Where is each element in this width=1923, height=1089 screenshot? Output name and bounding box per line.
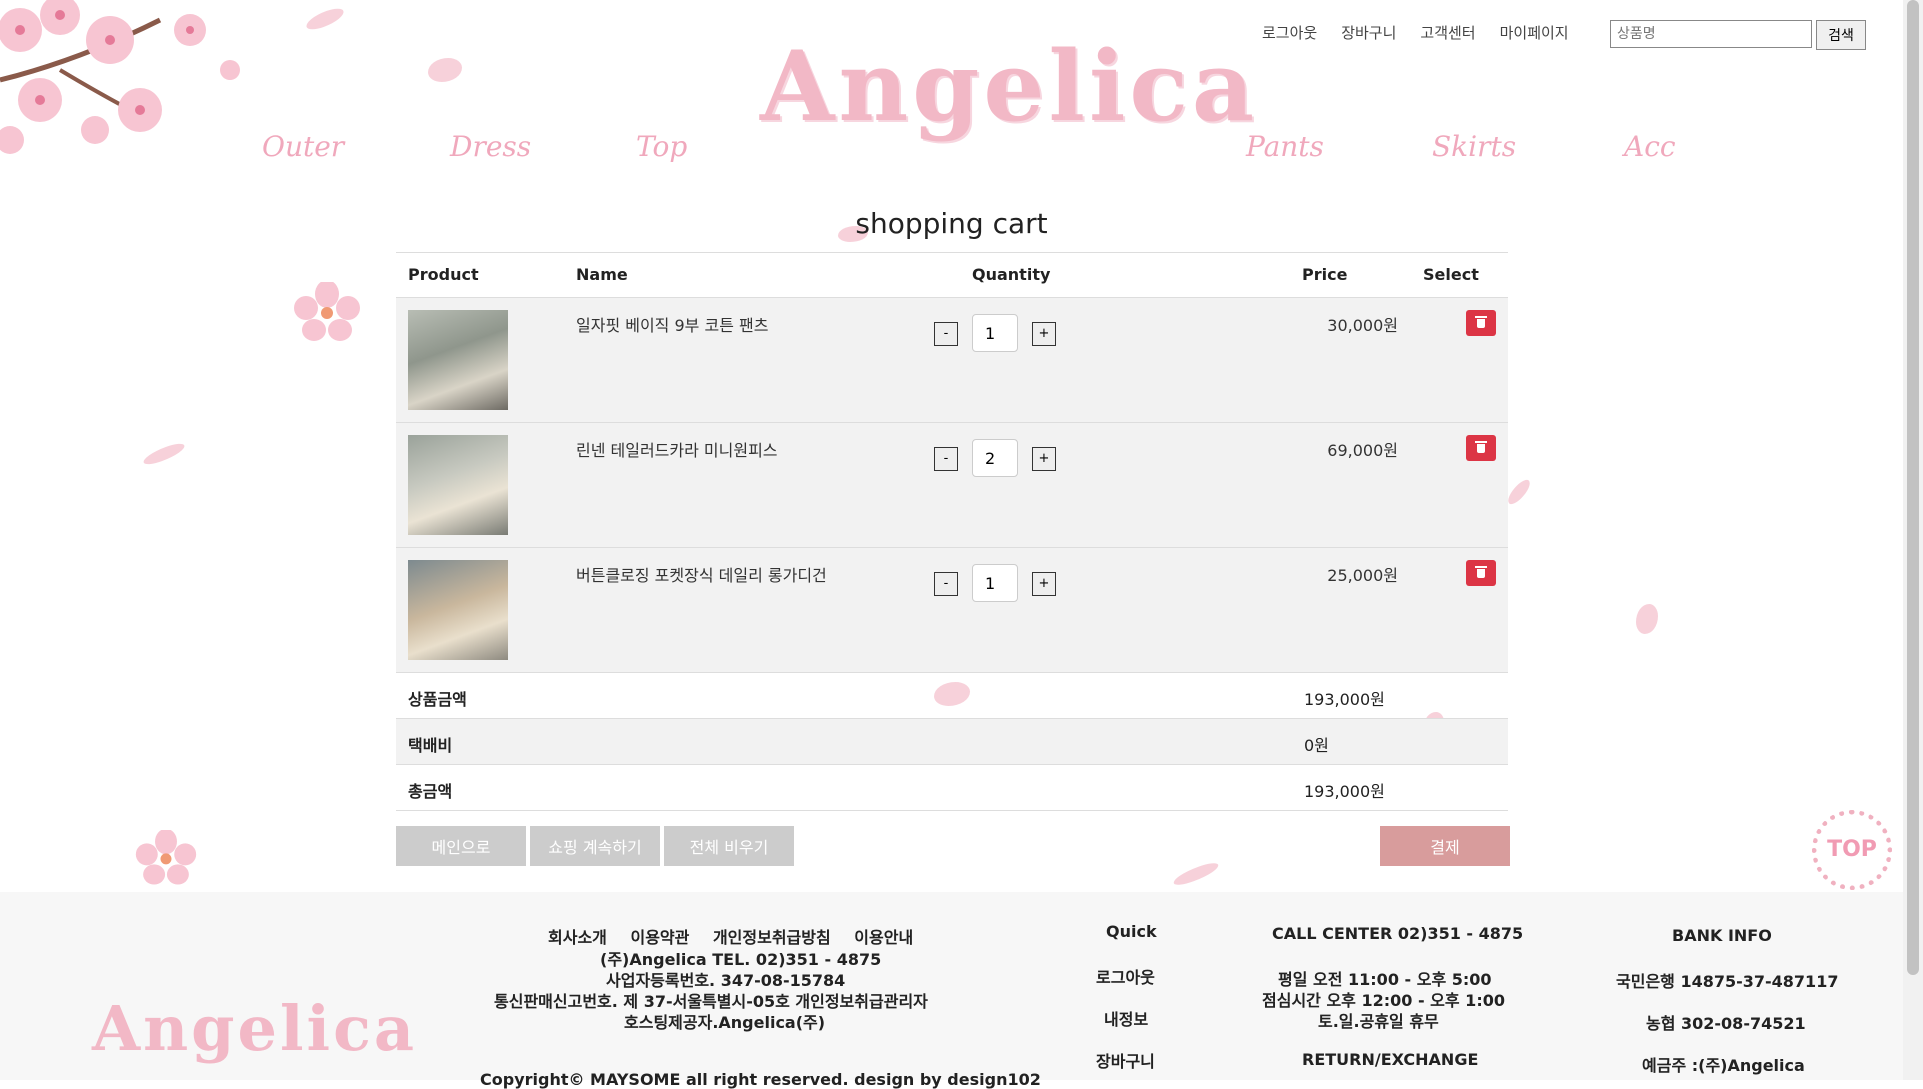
petal-decoration bbox=[303, 5, 347, 33]
quick-title: Quick bbox=[1106, 922, 1157, 941]
total-row: 총금액 193,000원 bbox=[396, 765, 1508, 811]
bank-holder: 예금주 :(주)Angelica bbox=[1642, 1056, 1805, 1075]
quantity-increase-button[interactable]: + bbox=[1032, 322, 1056, 346]
shipping-label: 택배비 bbox=[408, 736, 453, 755]
business-hours: 토.일.공휴일 휴무 bbox=[1318, 1012, 1439, 1031]
product-name[interactable]: 일자핏 베이직 9부 코튼 팬츠 bbox=[576, 312, 768, 336]
cart-table-header: Product Name Quantity Price Select bbox=[396, 252, 1508, 298]
customer-center-link[interactable]: 고객센터 bbox=[1420, 22, 1475, 43]
mypage-link[interactable]: 마이페이지 bbox=[1500, 22, 1569, 43]
company-info: 호스팅제공자.Angelica(주) bbox=[624, 1013, 826, 1032]
footer-link-about[interactable]: 회사소개 bbox=[548, 928, 607, 947]
nav-pants[interactable]: Pants bbox=[1246, 130, 1324, 163]
delete-item-button[interactable] bbox=[1466, 310, 1496, 336]
scroll-to-top-button[interactable]: TOP bbox=[1812, 810, 1892, 890]
product-image[interactable] bbox=[408, 310, 508, 410]
petal-decoration bbox=[141, 440, 187, 468]
quantity-increase-button[interactable]: + bbox=[1032, 447, 1056, 471]
subtotal-label: 상품금액 bbox=[408, 690, 467, 709]
column-header-select: Select bbox=[1423, 265, 1479, 284]
quantity-increase-button[interactable]: + bbox=[1032, 572, 1056, 596]
delete-item-button[interactable] bbox=[1466, 560, 1496, 586]
total-label: 총금액 bbox=[408, 782, 453, 801]
total-value: 193,000원 bbox=[1304, 782, 1385, 801]
nav-top[interactable]: Top bbox=[636, 130, 687, 163]
column-header-product: Product bbox=[408, 265, 479, 284]
quantity-decrease-button[interactable]: - bbox=[934, 322, 958, 346]
nav-outer[interactable]: Outer bbox=[262, 130, 344, 163]
return-exchange-title: RETURN/EXCHANGE bbox=[1302, 1050, 1479, 1069]
quantity-decrease-button[interactable]: - bbox=[934, 447, 958, 471]
subtotal-row: 상품금액 193,000원 bbox=[396, 673, 1508, 719]
quantity-input[interactable] bbox=[972, 564, 1018, 602]
petal-decoration bbox=[428, 58, 462, 82]
blossom-flower-decoration bbox=[294, 282, 360, 341]
logout-link[interactable]: 로그아웃 bbox=[1262, 22, 1317, 43]
blossom-flower-decoration bbox=[135, 830, 197, 885]
continue-shopping-button[interactable]: 쇼핑 계속하기 bbox=[530, 826, 660, 866]
quick-link-logout[interactable]: 로그아웃 bbox=[1096, 964, 1155, 988]
bank-info-title: BANK INFO bbox=[1672, 926, 1772, 945]
petal-decoration bbox=[1636, 604, 1658, 634]
product-image[interactable] bbox=[408, 435, 508, 535]
column-header-price: Price bbox=[1302, 265, 1348, 284]
product-price: 30,000원 bbox=[1327, 316, 1398, 335]
call-center: CALL CENTER 02)351 - 4875 bbox=[1272, 924, 1524, 943]
scrollbar-thumb[interactable] bbox=[1907, 0, 1919, 975]
cart-item-row: 버튼클로징 포켓장식 데일리 롱가디건 - + 25,000원 bbox=[396, 548, 1508, 673]
column-header-quantity: Quantity bbox=[972, 265, 1051, 284]
bank-account: 농협 302-08-74521 bbox=[1646, 1014, 1806, 1033]
footer: Angelica 회사소개 이용약관 개인정보취급방침 이용안내 (주)Ange… bbox=[0, 892, 1903, 1089]
bank-account: 국민은행 14875-37-487117 bbox=[1616, 972, 1839, 991]
delete-item-button[interactable] bbox=[1466, 435, 1496, 461]
footer-link-guide[interactable]: 이용안내 bbox=[854, 928, 913, 947]
cherry-blossom-decoration bbox=[0, 0, 240, 154]
product-image[interactable] bbox=[408, 560, 508, 660]
top-utility-nav: 로그아웃 장바구니 고객센터 마이페이지 bbox=[1262, 22, 1569, 43]
clear-cart-button[interactable]: 전체 비우기 bbox=[664, 826, 794, 866]
quick-link-cart[interactable]: 장바구니 bbox=[1096, 1048, 1155, 1072]
product-price: 69,000원 bbox=[1327, 441, 1398, 460]
quantity-input[interactable] bbox=[972, 314, 1018, 352]
petal-decoration bbox=[1504, 477, 1534, 507]
nav-dress[interactable]: Dress bbox=[450, 130, 531, 163]
search-button[interactable]: 검색 bbox=[1816, 20, 1866, 50]
subtotal-value: 193,000원 bbox=[1304, 690, 1385, 709]
product-name[interactable]: 린넨 테일러드카라 미니원피스 bbox=[576, 437, 778, 461]
cart-item-row: 린넨 테일러드카라 미니원피스 - + 69,000원 bbox=[396, 423, 1508, 548]
footer-link-terms[interactable]: 이용약관 bbox=[630, 928, 689, 947]
go-main-button[interactable]: 메인으로 bbox=[396, 826, 526, 866]
cart-table: Product Name Quantity Price Select 일자핏 베… bbox=[396, 252, 1508, 811]
quick-link-myinfo[interactable]: 내정보 bbox=[1104, 1006, 1148, 1030]
page-scrollbar[interactable] bbox=[1903, 0, 1923, 1080]
petal-decoration bbox=[1171, 860, 1221, 888]
nav-acc[interactable]: Acc bbox=[1624, 130, 1676, 163]
footer-link-privacy[interactable]: 개인정보취급방침 bbox=[713, 928, 831, 947]
quantity-input[interactable] bbox=[972, 439, 1018, 477]
shipping-value: 0원 bbox=[1304, 736, 1329, 755]
product-name[interactable]: 버튼클로징 포켓장식 데일리 롱가디건 bbox=[576, 562, 827, 586]
checkout-button[interactable]: 결제 bbox=[1380, 826, 1510, 866]
shipping-row: 택배비 0원 bbox=[396, 719, 1508, 765]
page-title: shopping cart bbox=[855, 207, 1048, 240]
column-header-name: Name bbox=[576, 265, 628, 284]
site-logo[interactable]: Angelica bbox=[760, 30, 1258, 143]
footer-logo: Angelica bbox=[92, 992, 418, 1065]
search-input[interactable] bbox=[1610, 20, 1812, 48]
product-price: 25,000원 bbox=[1327, 566, 1398, 585]
cart-link[interactable]: 장바구니 bbox=[1341, 22, 1396, 43]
quantity-decrease-button[interactable]: - bbox=[934, 572, 958, 596]
nav-skirts[interactable]: Skirts bbox=[1432, 130, 1516, 163]
cart-item-row: 일자핏 베이직 9부 코튼 팬츠 - + 30,000원 bbox=[396, 298, 1508, 423]
footer-links: 회사소개 이용약관 개인정보취급방침 이용안내 bbox=[548, 924, 931, 948]
